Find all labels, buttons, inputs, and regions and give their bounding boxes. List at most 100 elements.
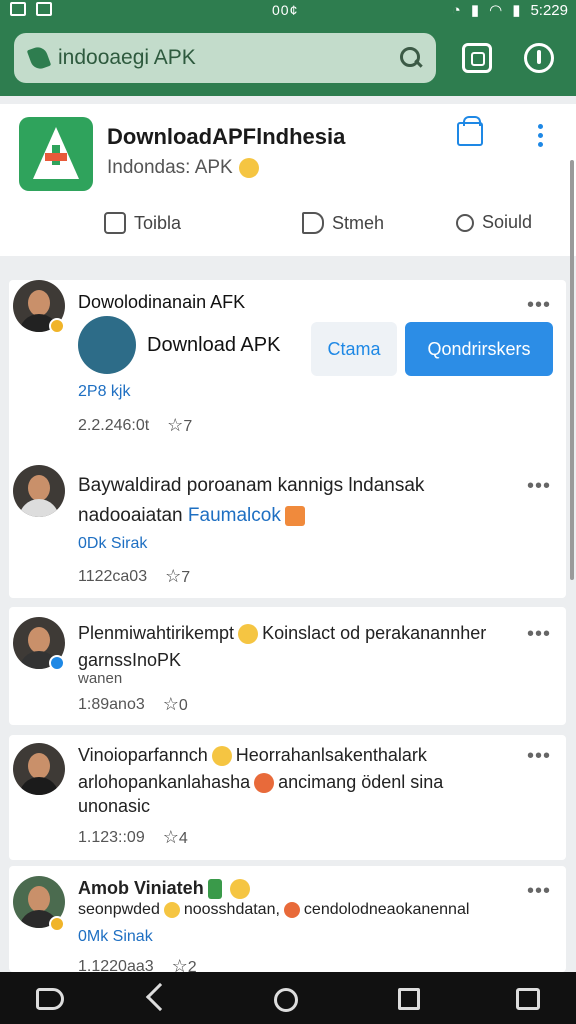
primary-button[interactable]: Qondrirskers <box>405 322 553 376</box>
leaf-icon <box>26 44 52 72</box>
post-text-line3: unonasic <box>78 796 151 816</box>
like-button[interactable]: Toibla <box>104 212 181 234</box>
smile-emoji-icon <box>238 157 259 178</box>
post-meta: 1.123::09 ☆4 <box>78 827 188 848</box>
avatar[interactable] <box>13 465 65 517</box>
like-icon <box>104 212 126 234</box>
post-text-a: seonpwded <box>78 901 160 918</box>
app-bar: indooaegi APK <box>0 22 576 96</box>
post-link[interactable]: 2P8 kjk <box>78 383 130 401</box>
home-icon[interactable] <box>274 988 298 1012</box>
search-icon[interactable] <box>400 47 422 69</box>
post-time: 1:89ano3 <box>78 695 145 713</box>
post-author[interactable]: Amob Viniateh <box>78 878 204 898</box>
share-button[interactable]: Stmeh <box>302 212 384 234</box>
like-label: Toibla <box>134 212 182 233</box>
secondary-button[interactable]: Ctama <box>311 322 397 376</box>
post-link[interactable]: 0Mk Sinak <box>78 928 153 946</box>
search-input[interactable]: indooaegi APK <box>14 33 436 83</box>
star-icon: ☆ <box>165 566 182 586</box>
app-logo <box>19 117 93 191</box>
info-icon[interactable] <box>524 43 554 73</box>
star-icon: ☆ <box>167 415 184 435</box>
post-text-line2-link[interactable]: Faumalcok <box>188 505 281 526</box>
system-nav-bar <box>0 972 576 1024</box>
more-horiz-icon[interactable]: ••• <box>527 294 551 317</box>
reaction-count[interactable]: ☆0 <box>163 694 188 715</box>
post-meta: 1:89ano3 ☆0 <box>78 694 188 715</box>
smile-emoji-icon <box>211 746 232 767</box>
clock: 5:229 <box>530 1 568 19</box>
post-link[interactable]: 0Dk Sirak <box>78 535 147 553</box>
verified-badge-icon <box>49 318 65 334</box>
search-text: indooaegi APK <box>58 46 196 69</box>
avatar[interactable] <box>78 316 136 374</box>
flag-emoji-icon <box>284 505 305 526</box>
reaction-count[interactable]: ☆7 <box>167 415 192 436</box>
more-vert-icon[interactable] <box>538 124 544 151</box>
post-text-line2: nadooaiatan Faumalcok <box>78 505 309 527</box>
header-actions: Toibla Stmeh Soiuld <box>0 212 576 242</box>
post-text-line2b: ancimang ödenl sina <box>278 772 444 792</box>
post-meta: 2.2.246:0t ☆7 <box>78 415 192 436</box>
find-button[interactable]: Soiuld <box>456 212 532 233</box>
avatar[interactable] <box>13 743 65 795</box>
share-icon <box>302 212 324 234</box>
post-author[interactable]: Plenmiwahtirikempt <box>78 623 234 643</box>
post-card: Dowolodinanain AFK ••• Download APK Ctam… <box>9 280 566 598</box>
more-horiz-icon[interactable]: ••• <box>527 623 551 646</box>
more-horiz-icon[interactable]: ••• <box>527 475 551 498</box>
reaction-count-value: 7 <box>183 418 193 435</box>
search-icon <box>456 213 474 232</box>
post-card: Amob Viniateh ••• seonpwded noosshdatan, c… <box>9 866 566 976</box>
post-text-line2: arlohopankanlahasha ancimang ödenl sina <box>78 772 444 794</box>
share-label: Stmeh <box>332 212 385 233</box>
post-text-c: cendolodneaokanennal <box>303 901 470 918</box>
signal-icon: ▮ <box>470 2 480 19</box>
post-text: Vinoioparfannch Heorrahanlsakenthalark <box>78 745 427 767</box>
post-text-b: noosshdatan, <box>183 901 280 918</box>
inner-author: Download APK <box>147 334 281 356</box>
post-text-line2: garnssInoPK <box>78 650 182 670</box>
scrollbar[interactable] <box>570 160 574 580</box>
smile-emoji-icon <box>229 879 250 900</box>
reaction-count[interactable]: ☆4 <box>163 827 188 848</box>
reaction-count-value: 0 <box>178 697 188 714</box>
image-icon <box>36 2 52 16</box>
recents-icon[interactable] <box>398 988 420 1010</box>
notification-icons <box>10 2 52 16</box>
post-meta: 1122ca03 ☆7 <box>78 566 190 587</box>
back-icon[interactable] <box>145 982 175 1012</box>
post-time: 1.123::09 <box>78 828 145 846</box>
post-card: Plenmiwahtirikempt Koinslact od perakanan… <box>9 607 566 725</box>
notification-icon <box>10 2 26 16</box>
post-author-line: Amob Viniateh <box>78 878 254 900</box>
reaction-count[interactable]: ☆7 <box>165 566 190 587</box>
post-text-rest: Koinslact od perakanannher <box>262 623 487 643</box>
app-switch-icon[interactable] <box>36 988 64 1010</box>
bag-icon[interactable] <box>462 43 492 73</box>
post-author[interactable]: Vinoioparfannch <box>78 745 208 765</box>
emoji-icon <box>254 773 275 794</box>
page-title: DownloadAPFlndhesia <box>107 124 346 149</box>
status-bar: 00¢ ◔ ▮ ◠ ▮ 5:229 <box>0 0 576 22</box>
page-subtitle-text: Indondas: APK <box>107 157 233 178</box>
verified-badge-icon <box>49 655 65 671</box>
status-right: ◔ ▮ ◠ ▮ 5:229 <box>451 1 568 20</box>
post-card: Vinoioparfannch Heorrahanlsakenthalark ••… <box>9 735 566 860</box>
post-text-rest: Heorrahanlsakenthalark <box>235 745 427 765</box>
reaction-count-value: 7 <box>181 569 191 586</box>
more-horiz-icon[interactable]: ••• <box>527 880 551 903</box>
window-icon[interactable] <box>516 988 540 1010</box>
post-time: 1122ca03 <box>78 567 148 585</box>
reaction-count-value: 4 <box>178 830 188 847</box>
page-subtitle: Indondas: APK <box>107 157 259 179</box>
post-author[interactable]: Dowolodinanain AFK <box>78 292 245 313</box>
wifi-icon: ◠ <box>489 2 503 19</box>
post-text-line2a: arlohopankanlahasha <box>78 772 251 792</box>
star-icon: ☆ <box>162 694 179 714</box>
smile-emoji-icon <box>238 624 259 645</box>
shop-icon[interactable] <box>457 116 483 146</box>
alarm-icon: ◔ <box>451 1 461 19</box>
more-horiz-icon[interactable]: ••• <box>527 745 551 768</box>
